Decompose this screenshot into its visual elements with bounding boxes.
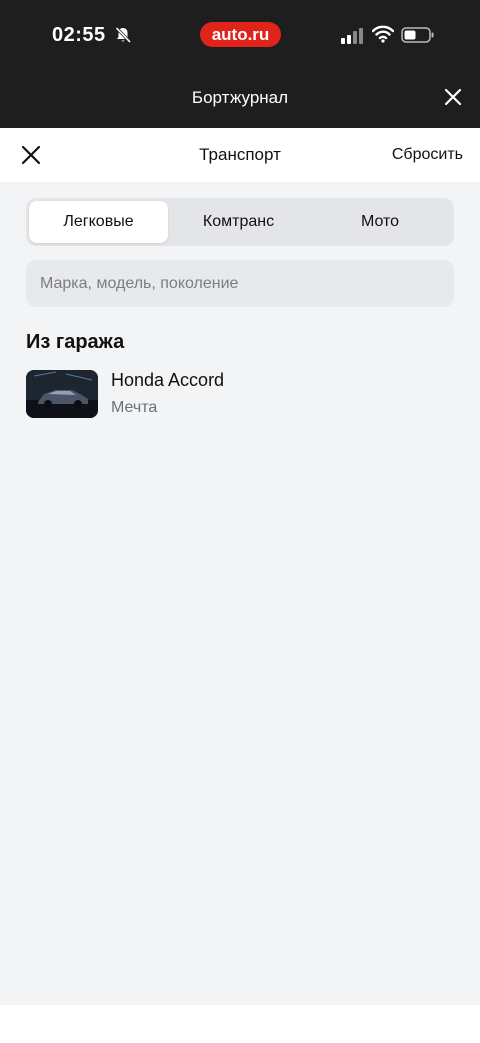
page-title: Бортжурнал bbox=[191, 88, 289, 107]
search-input[interactable] bbox=[26, 260, 454, 307]
garage-list-item[interactable]: Honda Accord Мечта bbox=[26, 370, 454, 420]
bottom-bar bbox=[0, 1005, 480, 1043]
car-name: Honda Accord bbox=[111, 370, 225, 390]
app-header-bar: 02:55 auto.ru Бортжурнал bbox=[0, 0, 480, 128]
battery-icon bbox=[401, 26, 435, 44]
transport-filter-sheet: Транспорт Сбросить Легковые Комтранс Мот… bbox=[0, 128, 480, 1005]
tab-cars[interactable]: Легковые bbox=[29, 201, 168, 243]
tab-moto[interactable]: Мото bbox=[309, 201, 451, 243]
car-thumbnail bbox=[26, 370, 98, 418]
garage-section-title: Из гаража bbox=[26, 331, 125, 353]
brand-logo: auto.ru bbox=[200, 22, 281, 47]
reset-button[interactable]: Сбросить bbox=[392, 146, 463, 164]
wifi-icon bbox=[371, 25, 395, 43]
tab-commercial[interactable]: Комтранс bbox=[169, 201, 308, 243]
cellular-signal-icon bbox=[340, 27, 364, 45]
car-subtitle: Мечта bbox=[111, 399, 158, 416]
close-icon[interactable] bbox=[443, 87, 463, 107]
status-time: 02:55 bbox=[52, 24, 106, 46]
vehicle-type-tabs: Легковые Комтранс Мото bbox=[26, 198, 454, 246]
bell-muted-icon bbox=[114, 26, 132, 44]
sheet-header: Транспорт Сбросить bbox=[0, 128, 480, 182]
status-bar: 02:55 auto.ru bbox=[0, 0, 480, 70]
